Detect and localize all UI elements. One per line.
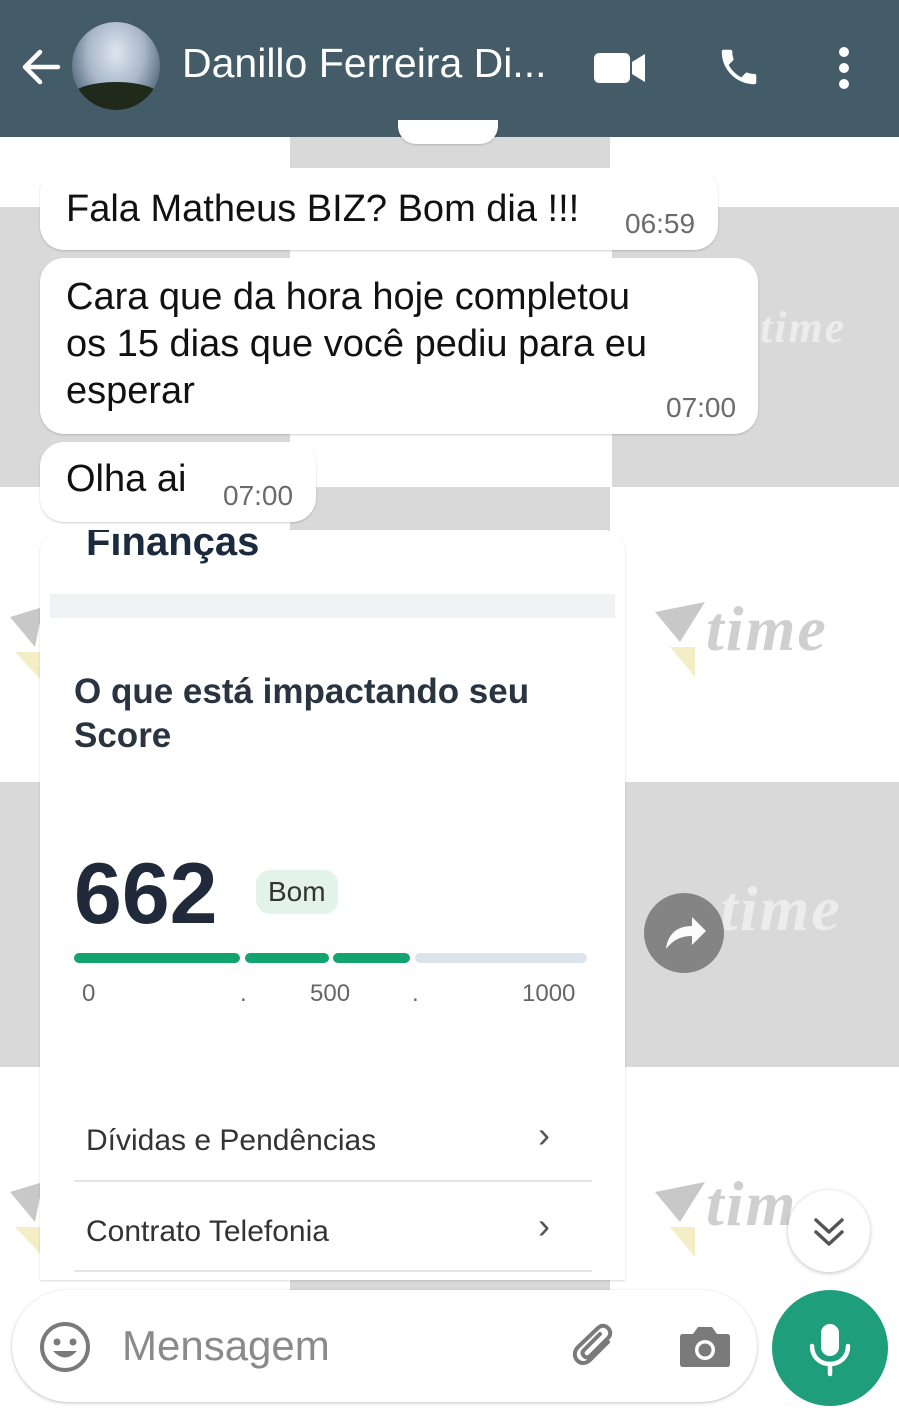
message-text: Fala Matheus BIZ? Bom dia !!! xyxy=(66,188,580,230)
score-bar-segment xyxy=(74,953,240,963)
message-composer: Mensagem xyxy=(12,1290,757,1402)
scale-tick: 0 xyxy=(82,980,96,1007)
watermark-logo-icon xyxy=(655,602,705,677)
chevron-right-icon: › xyxy=(538,1114,550,1155)
message-input[interactable]: Mensagem xyxy=(122,1322,330,1370)
watermark-logo-icon xyxy=(10,607,43,682)
camera-icon[interactable] xyxy=(678,1322,732,1370)
section-separator xyxy=(50,594,615,618)
message-text-line: os 15 dias que você pediu para eu xyxy=(66,323,647,365)
video-call-icon[interactable] xyxy=(594,50,646,86)
contact-avatar[interactable] xyxy=(72,22,160,110)
impact-title: O que está impactando seu Score xyxy=(74,672,530,755)
score-bar-segment xyxy=(245,953,329,963)
score-badge: Bom xyxy=(256,870,338,914)
chat-header: Danillo Ferreira Di... xyxy=(0,0,899,137)
message-bubble[interactable]: Olha ai 07:00 xyxy=(40,442,316,522)
voice-message-button[interactable] xyxy=(772,1290,888,1406)
message-text-line: esperar xyxy=(66,370,195,412)
row-divider xyxy=(74,1180,592,1182)
previous-message-bubble[interactable] xyxy=(398,120,498,144)
scroll-to-bottom-button[interactable] xyxy=(788,1190,870,1272)
message-text: Olha ai xyxy=(66,458,187,500)
forward-icon xyxy=(666,917,706,949)
image-message[interactable]: Finanças O que está impactando seu Score… xyxy=(40,530,625,1280)
mic-icon xyxy=(809,1324,851,1377)
message-bubble[interactable]: Fala Matheus BIZ? Bom dia !!! 06:59 xyxy=(40,168,718,250)
score-bar-track xyxy=(415,953,587,963)
message-text-line: Cara que da hora hoje completou xyxy=(66,276,631,318)
emoji-icon[interactable] xyxy=(38,1320,92,1374)
message-bubble[interactable]: Cara que da hora hoje completou os 15 di… xyxy=(40,258,758,434)
watermark-text: time xyxy=(706,593,828,664)
scale-tick: . xyxy=(240,980,247,1007)
double-chevron-down-icon xyxy=(814,1218,844,1246)
row-divider xyxy=(74,1270,592,1272)
bubble-tail xyxy=(22,168,52,192)
back-arrow-icon[interactable] xyxy=(18,44,64,90)
chevron-right-icon: › xyxy=(538,1205,550,1246)
scale-tick: 500 xyxy=(310,980,351,1007)
row-label: Contrato Telefonia xyxy=(86,1215,329,1248)
message-time: 07:00 xyxy=(666,392,737,423)
watermark-text: time xyxy=(760,303,847,352)
watermark-text: time xyxy=(720,873,842,944)
scale-tick: . xyxy=(412,980,419,1007)
phone-icon[interactable] xyxy=(716,44,762,90)
message-time: 06:59 xyxy=(625,208,696,239)
score-bar-segment xyxy=(333,953,410,963)
more-vert-icon[interactable] xyxy=(834,45,854,91)
watermark-logo-icon xyxy=(655,1182,705,1257)
watermark-logo-icon xyxy=(10,1182,43,1257)
score-value: 662 xyxy=(74,846,218,942)
message-time: 07:00 xyxy=(223,480,294,511)
scale-tick: 1000 xyxy=(522,980,576,1007)
row-label: Dívidas e Pendências xyxy=(86,1124,377,1157)
attach-icon[interactable] xyxy=(568,1320,624,1376)
forward-button[interactable] xyxy=(644,893,724,973)
contact-name[interactable]: Danillo Ferreira Di... xyxy=(182,40,572,87)
section-title: Finanças xyxy=(86,530,260,564)
